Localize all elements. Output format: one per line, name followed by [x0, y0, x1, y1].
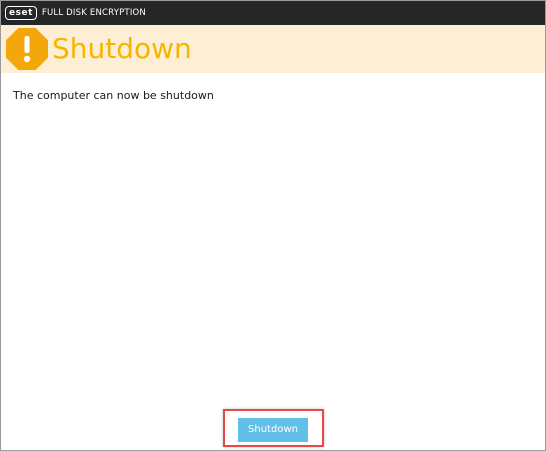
page-header: Shutdown	[1, 25, 545, 73]
page-title: Shutdown	[52, 32, 192, 65]
status-message: The computer can now be shutdown	[13, 89, 214, 102]
warning-icon	[6, 28, 48, 70]
product-name: FULL DISK ENCRYPTION	[41, 8, 146, 18]
app-window: eset FULL DISK ENCRYPTION Shutdown The c…	[0, 0, 546, 451]
shutdown-button[interactable]: Shutdown	[238, 418, 308, 442]
titlebar: eset FULL DISK ENCRYPTION	[1, 1, 545, 25]
eset-logo: eset	[5, 6, 37, 20]
content-area: The computer can now be shutdown Shutdow…	[1, 73, 545, 448]
